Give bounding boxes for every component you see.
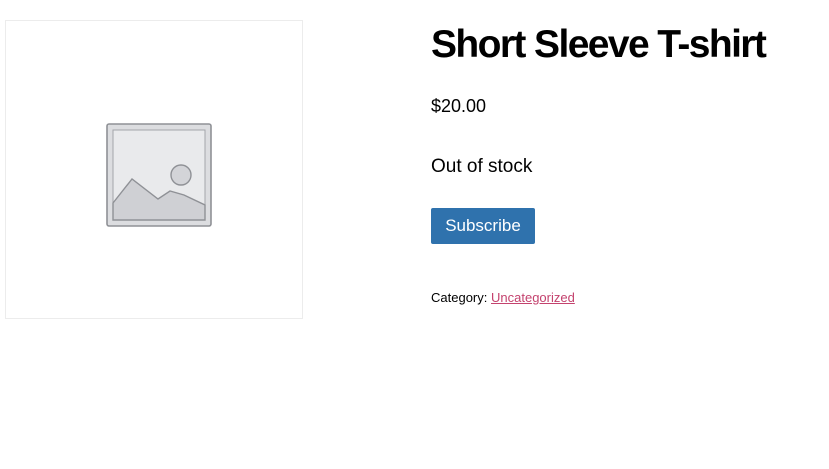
image-placeholder-icon — [106, 123, 212, 227]
category-label: Category: — [431, 290, 488, 305]
product-title: Short Sleeve T-shirt — [431, 23, 767, 66]
product-page: Short Sleeve T-shirt $20.00 Out of stock… — [0, 0, 829, 469]
category-link[interactable]: Uncategorized — [491, 290, 575, 305]
subscribe-button[interactable]: Subscribe — [431, 208, 535, 244]
stock-status: Out of stock — [431, 156, 533, 177]
product-category: Category: Uncategorized — [431, 290, 575, 306]
product-image[interactable] — [5, 20, 303, 319]
product-price: $20.00 — [431, 96, 487, 116]
